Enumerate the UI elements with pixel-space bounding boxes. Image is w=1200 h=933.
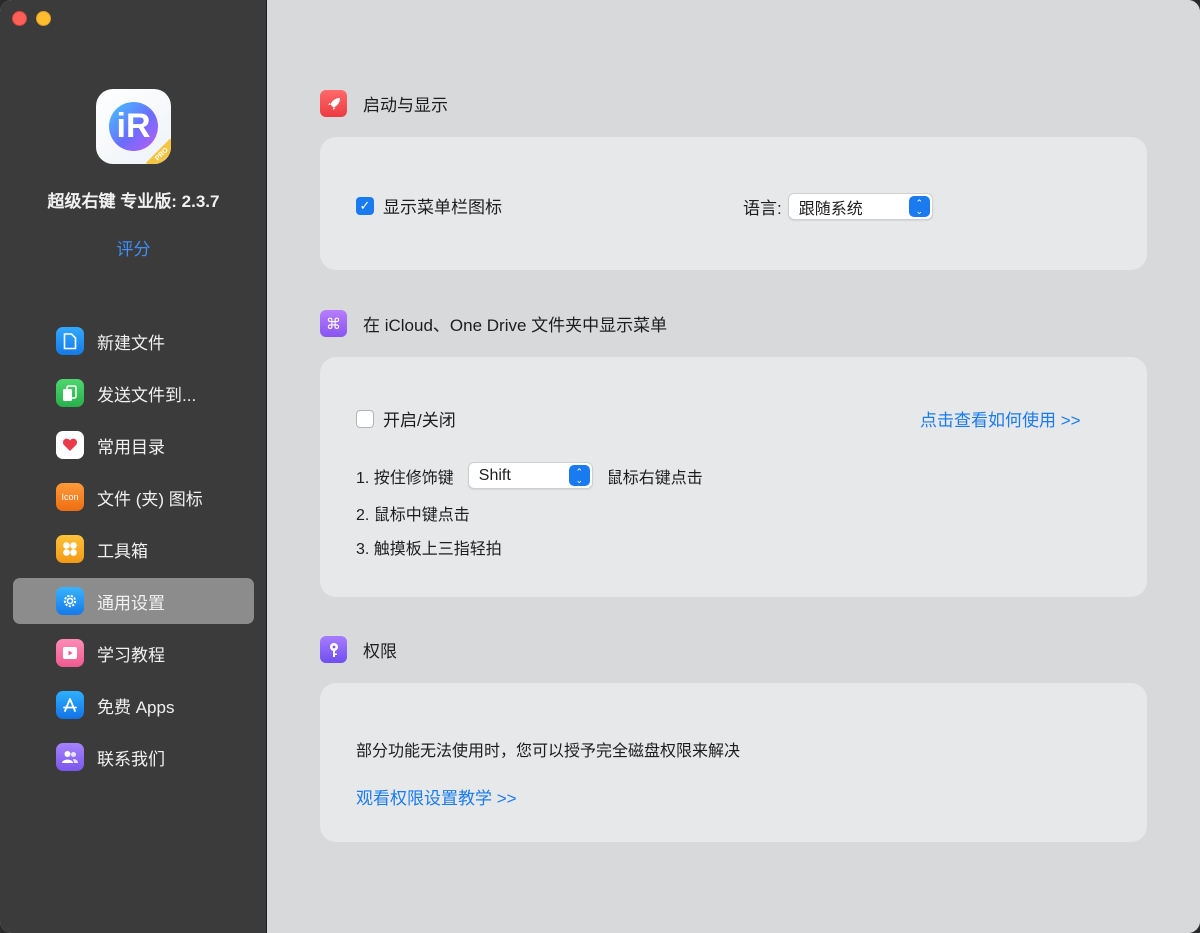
section-permission-header: 权限	[320, 636, 397, 663]
section-launch-header: 启动与显示	[320, 90, 448, 117]
step1-row: 1. 按住修饰键 Shift ⌃ ⌄ 鼠标右键点击	[356, 462, 703, 489]
app-version-title: 超级右键 专业版: 2.3.7	[47, 192, 220, 211]
sidebar-item-new-file[interactable]: 新建文件	[13, 318, 254, 364]
copy-file-icon	[56, 379, 84, 407]
app-window: iR PRO 超级右键 专业版: 2.3.7 评分 新建文件 发送文件到...	[0, 0, 1200, 933]
sidebar-item-label: 免费 Apps	[97, 697, 175, 717]
sidebar-item-label: 学习教程	[97, 645, 165, 665]
sidebar-item-label: 发送文件到...	[97, 385, 197, 405]
rate-link[interactable]: 评分	[0, 235, 267, 260]
language-select-value: 跟随系统	[798, 200, 863, 218]
step3-row: 3. 触摸板上三指轻拍	[356, 535, 502, 559]
sidebar-item-label: 通用设置	[97, 593, 165, 613]
sidebar-item-general-settings[interactable]: 通用设置	[13, 578, 254, 624]
section-title: 权限	[363, 642, 397, 661]
sidebar-item-contact[interactable]: 联系我们	[13, 734, 254, 780]
app-logo: iR PRO	[96, 89, 171, 164]
language-label: 语言:	[743, 199, 782, 218]
sidebar-item-free-apps[interactable]: 免费 Apps	[13, 682, 254, 728]
show-menubar-row: ✓ 显示菜单栏图标	[356, 193, 502, 218]
main-content: 启动与显示 ✓ 显示菜单栏图标 语言: 跟随系统 ⌃ ⌄ ⌘ 在 iCloud、O…	[268, 0, 1200, 933]
step3-text: 3. 触摸板上三指轻拍	[356, 541, 502, 558]
launch-card: ✓ 显示菜单栏图标 语言: 跟随系统 ⌃ ⌄	[320, 137, 1147, 270]
icloud-card: 开启/关闭 点击查看如何使用 >> 1. 按住修饰键 Shift ⌃ ⌄ 鼠标右键…	[320, 357, 1147, 597]
section-icloud-header: ⌘ 在 iCloud、One Drive 文件夹中显示菜单	[320, 310, 667, 337]
heart-icon	[56, 431, 84, 459]
permission-card: 部分功能无法使用时，您可以授予完全磁盘权限来解决 观看权限设置教学 >>	[320, 683, 1147, 842]
command-icon: ⌘	[320, 310, 347, 337]
sidebar-item-folder-icon[interactable]: Icon 文件 (夹) 图标	[13, 474, 254, 520]
close-window-button[interactable]	[12, 11, 27, 26]
modifier-key-select[interactable]: Shift ⌃ ⌄	[467, 462, 593, 489]
file-icon	[56, 327, 84, 355]
howto-link[interactable]: 点击查看如何使用 >>	[920, 406, 1081, 431]
app-store-icon	[56, 691, 84, 719]
sidebar-item-label: 工具箱	[97, 541, 148, 561]
section-title: 在 iCloud、One Drive 文件夹中显示菜单	[363, 316, 668, 335]
icloud-toggle-row: 开启/关闭	[356, 406, 456, 431]
step1-suffix: 鼠标右键点击	[606, 469, 703, 487]
sidebar: iR PRO 超级右键 专业版: 2.3.7 评分 新建文件 发送文件到...	[0, 0, 267, 933]
section-title: 启动与显示	[363, 96, 448, 115]
sidebar-item-tutorials[interactable]: 学习教程	[13, 630, 254, 676]
show-menubar-checkbox[interactable]: ✓	[356, 196, 374, 215]
gear-icon	[56, 587, 84, 615]
permission-tutorial-link[interactable]: 观看权限设置教学 >>	[356, 784, 517, 809]
chevron-up-down-icon: ⌃ ⌄	[568, 465, 590, 486]
permission-description: 部分功能无法使用时，您可以授予完全磁盘权限来解决	[356, 743, 741, 760]
step2-text: 2. 鼠标中键点击	[356, 507, 470, 524]
minimize-window-button[interactable]	[36, 11, 51, 26]
key-icon	[320, 636, 347, 663]
sidebar-nav: 新建文件 发送文件到... 常用目录 Icon 文件 (夹) 图标 工具箱 通用…	[13, 318, 254, 786]
chevron-up-down-icon: ⌃ ⌄	[908, 196, 930, 217]
people-icon	[56, 743, 84, 771]
icloud-toggle-label: 开启/关闭	[383, 411, 456, 430]
language-select[interactable]: 跟随系统 ⌃ ⌄	[787, 193, 933, 220]
step1-text: 1. 按住修饰键	[356, 469, 454, 487]
sidebar-item-send-to[interactable]: 发送文件到...	[13, 370, 254, 416]
sidebar-item-label: 文件 (夹) 图标	[97, 489, 203, 509]
sidebar-item-label: 联系我们	[97, 749, 165, 769]
clover-icon	[56, 535, 84, 563]
app-logo-letter: iR	[116, 107, 151, 145]
icloud-toggle-checkbox[interactable]	[356, 409, 374, 428]
sidebar-item-favorites[interactable]: 常用目录	[13, 422, 254, 468]
video-icon	[56, 639, 84, 667]
rocket-icon	[320, 90, 347, 117]
step2-row: 2. 鼠标中键点击	[356, 501, 470, 525]
modifier-select-value: Shift	[478, 466, 511, 484]
language-row: 语言: 跟随系统 ⌃ ⌄	[743, 193, 933, 220]
window-controls	[12, 11, 51, 26]
icon-text-icon: Icon	[56, 483, 84, 511]
show-menubar-label: 显示菜单栏图标	[383, 198, 502, 217]
sidebar-item-toolbox[interactable]: 工具箱	[13, 526, 254, 572]
sidebar-item-label: 常用目录	[97, 437, 165, 457]
sidebar-item-label: 新建文件	[97, 333, 165, 353]
